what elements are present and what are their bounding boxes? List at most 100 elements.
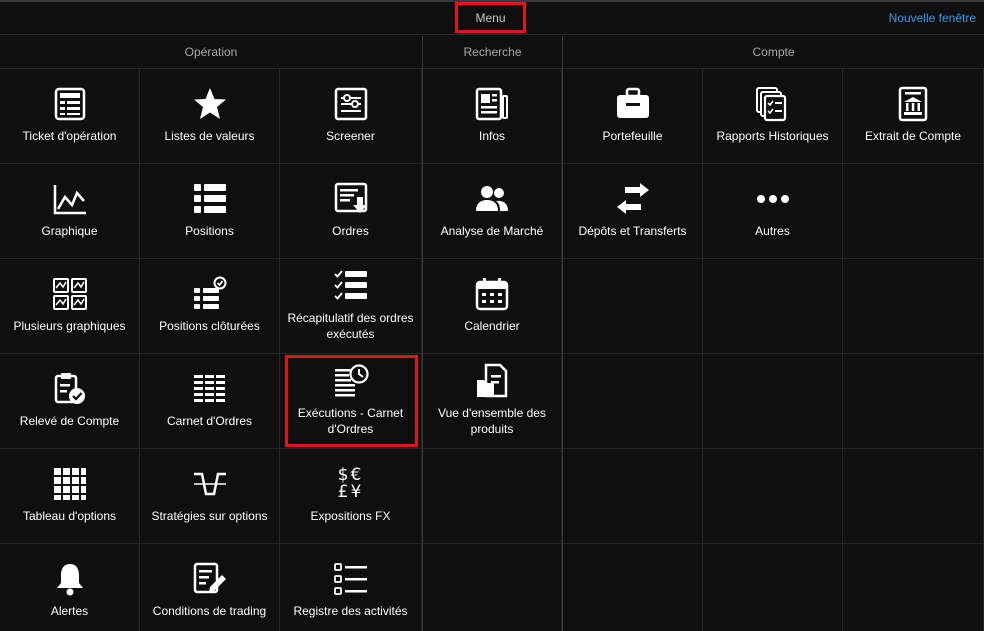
menu-item-activity-log[interactable]: Registre des activités: [280, 544, 422, 631]
menu-item-label: Rapports Historiques: [716, 129, 829, 143]
menu-item-positions[interactable]: Positions: [140, 164, 280, 259]
currency-glyphs-bottom: £¥: [337, 482, 364, 502]
orders-icon: [331, 179, 371, 219]
menu-item-trading-conditions[interactable]: Conditions de trading: [140, 544, 280, 631]
empty-cell: [843, 354, 984, 449]
menu-panel: Menu Nouvelle fenêtre Opération Recherch…: [0, 0, 984, 631]
menu-item-label: Analyse de Marché: [440, 224, 544, 238]
menu-item-label: Conditions de trading: [152, 604, 267, 618]
menu-item-options-table[interactable]: Tableau d'options: [0, 449, 140, 544]
menu-item-label: Calendrier: [464, 319, 520, 333]
menu-item-label: Carnet d'Ordres: [167, 414, 252, 428]
empty-cell: [703, 354, 843, 449]
empty-cell: [423, 544, 562, 631]
menu-item-label: Graphique: [41, 224, 98, 238]
menu-title: Menu: [455, 2, 526, 33]
bell-icon: [50, 559, 90, 599]
menu-item-label: Vue d'ensemble des produits: [438, 406, 546, 436]
checklist-icon: [331, 266, 371, 306]
empty-cell: [563, 449, 703, 544]
menu-item-fx-exposures[interactable]: $€ £¥ Expositions FX: [280, 449, 422, 544]
menu-item-label: Ticket d'opération: [22, 129, 117, 143]
bank-statement-icon: [893, 84, 933, 124]
menu-item-watchlists[interactable]: Listes de valeurs: [140, 69, 280, 164]
empty-cell: [703, 544, 843, 631]
menu-item-label: Récapitulatif des ordres exécutés: [287, 311, 414, 341]
menu-item-label: Screener: [326, 129, 375, 143]
menu-item-option-strategies[interactable]: Stratégies sur options: [140, 449, 280, 544]
folder-document-icon: [472, 361, 512, 401]
menu-item-label: Ordres: [332, 224, 369, 238]
menu-item-label: Autres: [755, 224, 790, 238]
compte-grid: Portefeuille Rapports Historiques Extrai…: [563, 69, 984, 631]
menu-item-label: Plusieurs graphiques: [13, 319, 126, 333]
menu-item-order-book[interactable]: Carnet d'Ordres: [140, 354, 280, 449]
menu-item-historical-reports[interactable]: Rapports Historiques: [703, 69, 843, 164]
menu-item-orders[interactable]: Ordres: [280, 164, 422, 259]
multi-chart-icon: [50, 274, 90, 314]
menu-item-deposits-transfers[interactable]: Dépôts et Transferts: [563, 164, 703, 259]
menu-item-executions-order-book[interactable]: Exécutions - Carnet d'Ordres: [280, 354, 422, 449]
menu-item-label: Listes de valeurs: [164, 129, 255, 143]
menu-item-label: Dépôts et Transferts: [578, 224, 687, 238]
empty-cell: [563, 544, 703, 631]
order-book-icon: [190, 369, 230, 409]
strategy-icon: [190, 464, 230, 504]
empty-cell: [843, 259, 984, 354]
menu-item-label: Relevé de Compte: [19, 414, 120, 428]
users-icon: [472, 179, 512, 219]
empty-cell: [423, 449, 562, 544]
newspaper-icon: [472, 84, 512, 124]
section-operation-header: Opération: [0, 36, 422, 69]
currency-icon: $€ £¥: [331, 464, 371, 504]
menu-item-label: Positions clôturées: [159, 319, 260, 333]
activity-list-icon: [331, 559, 371, 599]
menu-item-account-statement[interactable]: Relevé de Compte: [0, 354, 140, 449]
menu-item-alerts[interactable]: Alertes: [0, 544, 140, 631]
transfer-arrows-icon: [613, 179, 653, 219]
empty-cell: [563, 259, 703, 354]
empty-cell: [563, 354, 703, 449]
empty-cell: [843, 164, 984, 259]
grid-icon: [50, 464, 90, 504]
empty-cell: [703, 259, 843, 354]
sliders-icon: [331, 84, 371, 124]
menu-item-products-overview[interactable]: Vue d'ensemble des produits: [423, 354, 562, 449]
briefcase-icon: [613, 84, 653, 124]
menu-item-portfolio[interactable]: Portefeuille: [563, 69, 703, 164]
menu-item-others[interactable]: Autres: [703, 164, 843, 259]
menu-item-multi-charts[interactable]: Plusieurs graphiques: [0, 259, 140, 354]
ticket-icon: [50, 84, 90, 124]
new-window-link[interactable]: Nouvelle fenêtre: [889, 11, 976, 25]
empty-cell: [703, 449, 843, 544]
clipboard-check-icon: [50, 369, 90, 409]
menu-item-label: Stratégies sur options: [151, 509, 268, 523]
edit-document-icon: [190, 559, 230, 599]
section-recherche-header: Recherche: [423, 36, 562, 69]
menu-item-news[interactable]: Infos: [423, 69, 562, 164]
empty-cell: [843, 449, 984, 544]
more-icon: [753, 179, 793, 219]
menu-item-market-analysis[interactable]: Analyse de Marché: [423, 164, 562, 259]
menu-item-label: Positions: [185, 224, 234, 238]
menu-item-chart[interactable]: Graphique: [0, 164, 140, 259]
menu-item-label: Infos: [478, 129, 505, 143]
list-icon: [190, 179, 230, 219]
menu-item-label: Exécutions - Carnet d'Ordres: [297, 406, 404, 436]
menu-item-label: Portefeuille: [602, 129, 663, 143]
top-bar: Menu Nouvelle fenêtre: [0, 2, 984, 35]
menu-item-closed-positions[interactable]: Positions clôturées: [140, 259, 280, 354]
menu-item-label: Extrait de Compte: [864, 129, 962, 143]
menu-item-executed-orders-summary[interactable]: Récapitulatif des ordres exécutés: [280, 259, 422, 354]
recherche-grid: Infos Analyse de Marché Calendrier Vue d…: [423, 69, 562, 631]
menu-item-label: Alertes: [50, 604, 89, 618]
section-compte-header: Compte: [563, 36, 984, 69]
menu-item-label: Registre des activités: [293, 604, 408, 618]
closed-positions-icon: [190, 274, 230, 314]
operation-grid: Ticket d'opération Listes de valeurs Scr…: [0, 69, 422, 631]
menu-item-account-extract[interactable]: Extrait de Compte: [843, 69, 984, 164]
menu-item-label: Tableau d'options: [22, 509, 117, 523]
menu-item-calendar[interactable]: Calendrier: [423, 259, 562, 354]
menu-item-ticket[interactable]: Ticket d'opération: [0, 69, 140, 164]
menu-item-screener[interactable]: Screener: [280, 69, 422, 164]
